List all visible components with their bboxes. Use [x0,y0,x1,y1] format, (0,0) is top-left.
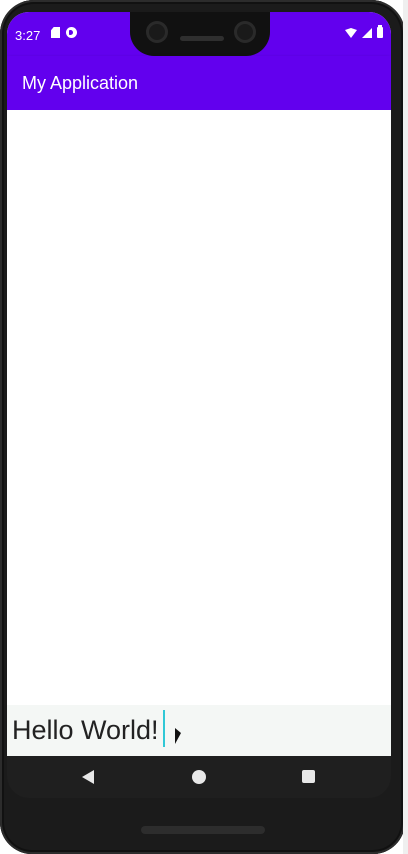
camera-notch [130,12,270,56]
screen: 3:27 My Application Hello World! [7,12,391,756]
recents-icon[interactable] [302,770,315,783]
hello-text-field[interactable]: Hello World! [7,705,391,756]
app-title: My Application [22,73,139,93]
back-icon[interactable] [82,770,94,784]
signal-icon [362,28,372,38]
status-time: 3:27 [15,28,41,43]
play-protect-icon [66,27,77,38]
front-camera-icon [234,21,256,43]
sd-card-icon [51,27,60,38]
hello-world-text[interactable]: Hello World! [12,715,159,746]
navigation-bar [7,756,391,798]
mouse-pointer-icon [175,728,181,744]
background-edge [403,0,408,854]
device-frame: 3:27 My Application Hello World! [0,0,408,854]
bottom-speaker-grille [141,826,265,834]
home-icon[interactable] [192,770,206,784]
wifi-icon [345,28,357,38]
status-left-icons [51,27,77,38]
status-bar: 3:27 [7,12,391,56]
app-bar: My Application [7,56,391,110]
battery-icon [377,25,383,38]
earpiece-speaker-icon [180,36,224,41]
status-right-icons [345,25,383,38]
front-camera-icon [146,21,168,43]
content-area [7,110,391,705]
text-cursor-caret [163,710,165,747]
